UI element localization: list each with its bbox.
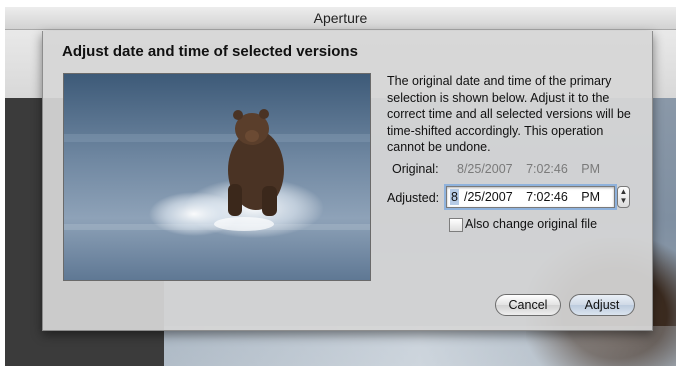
bear-photo-icon (64, 74, 370, 280)
adjusted-date-field[interactable]: 8 /25/2007 7:02:46 PM (446, 186, 615, 208)
stepper-arrows-icon[interactable]: ▲ ▼ (617, 186, 630, 208)
cancel-button[interactable]: Cancel (495, 294, 561, 316)
window-title-bar: Aperture (5, 7, 676, 30)
date-time-segments[interactable]: /25/2007 7:02:46 PM (464, 187, 600, 207)
stepper-up-icon[interactable]: ▲ (618, 187, 629, 196)
change-original-checkbox[interactable] (449, 218, 463, 232)
dialog-description: The original date and time of the primar… (387, 74, 631, 154)
stepper-down-icon[interactable]: ▼ (618, 196, 629, 205)
original-date-value: 8/25/2007 7:02:46 PM (457, 162, 601, 176)
adjust-button[interactable]: Adjust (569, 294, 635, 316)
sheet-title: Adjust date and time of selected version… (62, 43, 358, 60)
viewer-water (164, 326, 676, 366)
original-label: Original: (392, 162, 439, 176)
adjust-date-sheet: Adjust date and time of selected version… (42, 31, 653, 331)
version-preview-image (63, 73, 371, 281)
window-title: Aperture (313, 10, 368, 26)
month-segment[interactable]: 8 (450, 189, 459, 205)
change-original-label[interactable]: Also change original file (465, 217, 597, 231)
adjusted-label: Adjusted: (387, 191, 440, 205)
